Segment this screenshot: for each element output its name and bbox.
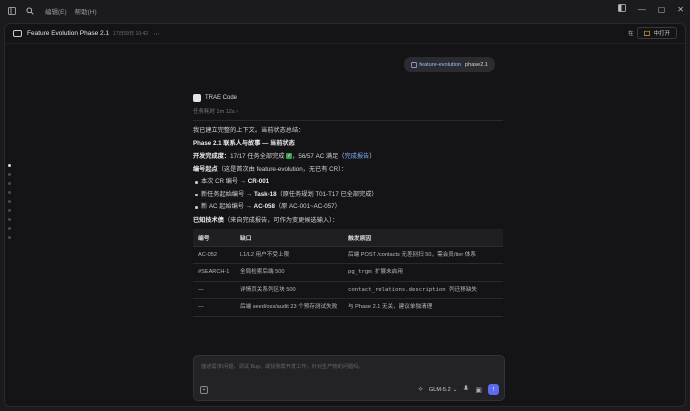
nav-dot[interactable] <box>8 218 11 221</box>
numbering-label: 编号起点 <box>193 166 218 173</box>
assistant-name: TRAE Code <box>205 95 238 101</box>
cell-gap: 后端 seed/oss/audit 23 个预存测试失败 <box>235 298 343 317</box>
bullet-pre: 本次 CR 编号 → <box>201 178 248 185</box>
list-item: 新 AC 起始编号 → AC-058（原 AC-001~AC-057） <box>193 201 503 214</box>
user-message: feature-evolution phase2.1 <box>404 57 495 72</box>
report-link[interactable]: 完成报告 <box>344 153 369 160</box>
maximize-icon[interactable]: ▢ <box>658 5 666 14</box>
cell-gap: L1/L2 用户不受上限 <box>235 246 343 264</box>
cell-cause: pg_trgm 扩展未启用 <box>343 263 503 282</box>
table-row: — 详情页关系列区块 500 contact_relations.descrip… <box>193 281 503 299</box>
minimize-icon[interactable]: — <box>638 5 646 14</box>
close-icon[interactable]: ✕ <box>677 5 684 14</box>
nav-dot[interactable] <box>8 209 11 212</box>
table-header-row: 编号 缺口 触发原因 <box>193 228 503 247</box>
file-icon <box>411 61 418 68</box>
section-heading: Phase 2.1 联系人与故事 — 当前状态 <box>193 140 295 147</box>
bullet-post: （原任务规划 T01-T17 已全部完成） <box>276 190 378 198</box>
more-options-icon[interactable]: ⋯ <box>153 30 161 38</box>
sidebar-toggle-icon[interactable] <box>5 4 19 18</box>
progress-ac: ，56/57 AC 满足（ <box>292 153 345 160</box>
bullet-pre: 新任务起始编号 → <box>201 190 254 198</box>
nav-dot[interactable] <box>8 227 11 230</box>
assistant-message: TRAE Code 任务耗时 1m 12s › 我已建立完整的上下文。当前状态总… <box>193 94 503 317</box>
cell-cause: 与 Phase 2.1 无关，建议单独清理 <box>343 298 503 317</box>
open-in-label-text: 中打开 <box>653 31 670 37</box>
folder-icon <box>644 30 651 36</box>
col-header: 编号 <box>193 228 235 247</box>
numbering-text: （这是首次由 feature-evolution，无已有 CR）： <box>217 166 348 173</box>
intro-text: 我已建立完整的上下文。当前状态总结： <box>193 127 305 134</box>
search-icon[interactable] <box>23 4 37 18</box>
image-icon[interactable]: ▣ <box>475 386 482 394</box>
user-message-text: phase2.1 <box>464 61 488 68</box>
trae-logo-icon <box>193 94 201 102</box>
bullet-value: CR-001 <box>247 178 270 185</box>
context-tag-label: feature-evolution <box>419 61 461 68</box>
chat-header: Feature Evolution Phase 2.1 17日09日 10:42… <box>5 24 685 44</box>
table-row: AC-052 L1/L2 用户不受上限 后端 POST /contacts 无差… <box>193 246 503 264</box>
numbering-line: 编号起点（这是首次由 feature-evolution，无已有 CR）： <box>193 163 503 176</box>
tech-debt-table: 编号 缺口 触发原因 AC-052 L1/L2 用户不受上限 后端 POST /… <box>193 228 503 317</box>
debt-line: 已知技术债（来自完成报告，可作为变更候选输入）： <box>193 214 503 227</box>
cell-gap: 详情页关系列区块 500 <box>235 281 343 299</box>
cell-id: #SEARCH-1 <box>193 263 235 282</box>
bullet-value: AC-058 <box>253 203 275 210</box>
open-in-label: 在 <box>627 31 634 37</box>
bullet-pre: 新 AC 起始编号 → <box>201 203 254 210</box>
model-selector[interactable]: GLM-5.2 ⌄ <box>429 387 457 393</box>
microphone-icon[interactable] <box>463 385 469 394</box>
task-duration[interactable]: 任务耗时 1m 12s › <box>193 107 503 115</box>
main-panel: Feature Evolution Phase 2.1 17日09日 10:42… <box>4 23 686 407</box>
progress-end: ） <box>369 153 376 160</box>
cell-id: AC-052 <box>193 246 235 264</box>
layout-icon[interactable] <box>617 4 626 14</box>
menu-help[interactable]: 帮助(H) <box>75 6 97 16</box>
list-item: 新任务起始编号 → Task-18（原任务规划 T01-T17 已全部完成） <box>193 189 503 202</box>
model-label: GLM-5.2 <box>428 386 451 393</box>
col-header: 缺口 <box>235 228 343 247</box>
divider <box>193 120 503 121</box>
page-title: Feature Evolution Phase 2.1 <box>27 30 110 37</box>
cell-id: — <box>193 298 235 317</box>
chat-input-placeholder[interactable]: 描述需求/问题、调试 Bug、或找我帮开发工作，针对生产物的问题吗。 <box>201 363 364 370</box>
open-in-button[interactable]: 中打开 <box>637 27 677 39</box>
cell-cause: 后端 POST /contacts 无差别扫 50，需会员/tier 体系 <box>343 246 503 264</box>
timestamp: 17日09日 10:42 <box>113 31 149 37</box>
debt-label: 已知技术债 <box>193 216 224 224</box>
list-item: 本次 CR 编号 → CR-001 <box>193 176 503 189</box>
table-row: — 后端 seed/oss/audit 23 个预存测试失败 与 Phase 2… <box>193 298 503 317</box>
menu-edit[interactable]: 编辑(E) <box>45 6 67 16</box>
col-header: 触发原因 <box>343 228 503 247</box>
cell-cause: contact_relations.description 列迁移缺失 <box>343 281 503 299</box>
settings-icon[interactable]: ⟡ <box>418 386 423 394</box>
chat-input-box[interactable]: 描述需求/问题、调试 Bug、或找我帮开发工作，针对生产物的问题吗。 + ⟡ G… <box>193 355 505 401</box>
numbering-list: 本次 CR 编号 → CR-001 新任务起始编号 → Task-18（原任务规… <box>193 176 503 214</box>
nav-dot[interactable] <box>8 173 11 176</box>
context-tag[interactable]: feature-evolution <box>411 62 461 68</box>
nav-dot[interactable] <box>8 200 11 203</box>
progress-label: 开发完成度： <box>193 153 231 160</box>
chevron-down-icon: ⌄ <box>452 386 458 393</box>
bullet-value: Task-18 <box>253 190 277 198</box>
title-bar: 编辑(E) 帮助(H) — ▢ ✕ <box>0 0 690 22</box>
cell-id: — <box>193 281 235 299</box>
progress-line: 开发完成度：17/17 任务全部完成 ✓，56/57 AC 满足（完成报告） <box>193 150 503 163</box>
progress-text: 17/17 任务全部完成 <box>230 153 285 160</box>
send-button[interactable]: ↑ <box>488 384 499 395</box>
message-navigator[interactable] <box>8 164 12 245</box>
debt-text: （来自完成报告，可作为变更候选输入）： <box>223 216 339 224</box>
bullet-post: （原 AC-001~AC-057） <box>274 203 341 210</box>
nav-dot[interactable] <box>8 164 11 167</box>
nav-dot[interactable] <box>8 236 11 239</box>
attach-icon[interactable]: + <box>200 386 208 394</box>
chat-icon <box>13 30 22 37</box>
cell-gap: 全局检索后端 500 <box>235 263 343 282</box>
table-row: #SEARCH-1 全局检索后端 500 pg_trgm 扩展未启用 <box>193 263 503 282</box>
nav-dot[interactable] <box>8 191 11 194</box>
nav-dot[interactable] <box>8 182 11 185</box>
